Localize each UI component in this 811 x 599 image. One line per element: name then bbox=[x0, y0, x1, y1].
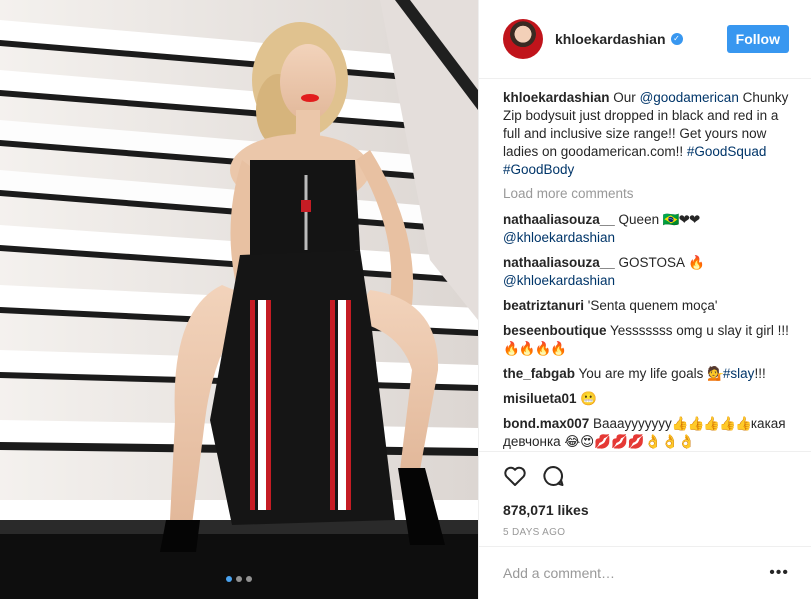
post-photo[interactable] bbox=[0, 0, 478, 599]
caption-mention-link[interactable]: @goodamerican bbox=[640, 90, 739, 105]
comment-emoji: 🔥 bbox=[688, 255, 705, 270]
comment-username[interactable]: beatriztanuri bbox=[503, 298, 584, 313]
carousel-dot-active[interactable] bbox=[226, 576, 232, 582]
comment-text: 'Senta quenem moça' bbox=[584, 298, 718, 313]
comment-emoji: 💁 bbox=[707, 366, 724, 381]
comment-mention-link[interactable]: @khloekardashian bbox=[503, 273, 615, 288]
follow-button[interactable]: Follow bbox=[726, 25, 789, 53]
caption-hashtag-link[interactable]: #GoodSquad bbox=[687, 144, 767, 159]
verified-badge-icon: ✓ bbox=[670, 33, 683, 45]
post-date[interactable]: 5 DAYS AGO bbox=[503, 527, 789, 538]
comment-hashtag-link[interactable]: #slay bbox=[723, 366, 755, 381]
avatar[interactable] bbox=[503, 19, 543, 59]
likes-count[interactable]: 878,071 likes bbox=[503, 502, 789, 518]
action-icons bbox=[503, 464, 789, 490]
add-comment-bar: ••• bbox=[479, 546, 811, 599]
post-sidebar: khloekardashian ✓ Follow khloekardashian… bbox=[478, 0, 811, 599]
carousel-dots[interactable] bbox=[0, 569, 478, 587]
add-comment-input[interactable] bbox=[503, 565, 770, 581]
comment-username[interactable]: misilueta01 bbox=[503, 391, 577, 406]
heart-icon[interactable] bbox=[503, 464, 527, 488]
comment-item: nathaaliasouza__ Queen 🇧🇷❤❤ @khloekardash… bbox=[503, 211, 789, 247]
comment-username[interactable]: nathaaliasouza__ bbox=[503, 212, 615, 227]
comment-item: beseenboutique Yesssssss omg u slay it g… bbox=[503, 322, 789, 358]
comment-item: bond.max007 Baaayyyyyyy👍👍👍👍👍какая девчон… bbox=[503, 415, 789, 451]
comment-text: GOSTOSA bbox=[614, 255, 689, 270]
comment-bubble-icon[interactable] bbox=[541, 464, 565, 488]
caption-hashtag-link[interactable]: #GoodBody bbox=[503, 162, 574, 177]
comment-username[interactable]: nathaaliasouza__ bbox=[503, 255, 615, 270]
comment-text: Yesssssss omg u slay it girl !!! bbox=[606, 323, 789, 338]
post-author[interactable]: khloekardashian ✓ bbox=[555, 31, 683, 47]
post-actions: 878,071 likes 5 DAYS AGO bbox=[479, 451, 811, 538]
comments-list[interactable]: khloekardashian Our @goodamerican Chunky… bbox=[479, 79, 811, 451]
comment-username[interactable]: beseenboutique bbox=[503, 323, 607, 338]
comment-item: nathaaliasouza__ GOSTOSA 🔥 @khloekardashi… bbox=[503, 254, 789, 290]
carousel-dot[interactable] bbox=[236, 576, 242, 582]
comment-emoji: 🔥🔥🔥🔥 bbox=[503, 341, 567, 356]
more-options-icon[interactable]: ••• bbox=[769, 564, 789, 582]
comment-item: the_fabgab You are my life goals 💁#slay!… bbox=[503, 365, 789, 383]
comment-text: You are my life goals bbox=[575, 366, 708, 381]
comment-text-tail: !!! bbox=[754, 366, 766, 381]
comment-username[interactable]: the_fabgab bbox=[503, 366, 575, 381]
comment-username[interactable]: bond.max007 bbox=[503, 416, 589, 431]
photo-illustration bbox=[0, 0, 478, 599]
comment-mention-link[interactable]: @khloekardashian bbox=[503, 230, 615, 245]
load-more-comments-link[interactable]: Load more comments bbox=[503, 185, 789, 203]
post-author-username[interactable]: khloekardashian bbox=[555, 31, 666, 47]
caption-text: Our bbox=[609, 90, 640, 105]
comment-text: Baaayyyyyyy bbox=[589, 416, 672, 431]
caption-username[interactable]: khloekardashian bbox=[503, 90, 610, 105]
post-caption: khloekardashian Our @goodamerican Chunky… bbox=[503, 89, 789, 179]
comment-emoji: 🇧🇷❤❤ bbox=[662, 212, 700, 227]
comment-text: Queen bbox=[614, 212, 663, 227]
comment-item: misilueta01 😬 bbox=[503, 390, 789, 408]
comment-emoji: 😬 bbox=[580, 391, 597, 406]
comment-emoji: 👍👍👍👍👍 bbox=[671, 416, 752, 431]
post-header: khloekardashian ✓ Follow bbox=[479, 0, 811, 79]
carousel-dot[interactable] bbox=[246, 576, 252, 582]
comment-item: beatriztanuri 'Senta quenem moça' bbox=[503, 297, 789, 315]
